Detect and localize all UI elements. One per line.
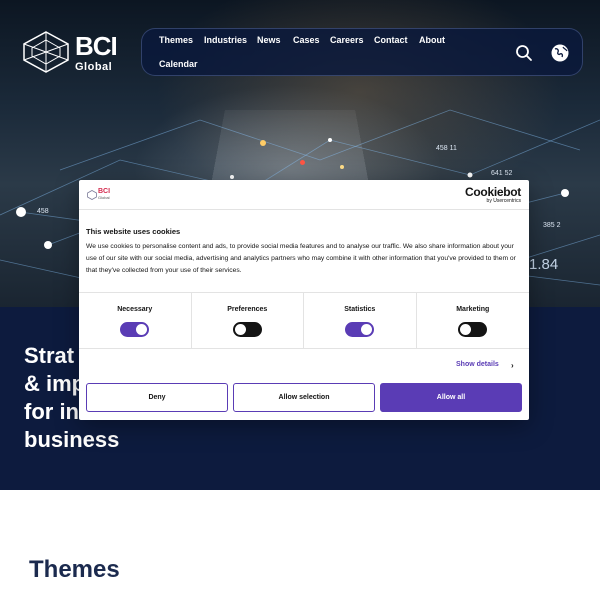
- show-details-label: Show details: [456, 361, 499, 368]
- toggle-label: Statistics: [344, 306, 376, 313]
- toggle-statistics: Statistics: [304, 293, 417, 349]
- search-icon[interactable]: [515, 44, 533, 62]
- logo-mark-icon: [23, 31, 69, 73]
- nav-item-about[interactable]: About: [419, 35, 445, 46]
- switch-knob: [361, 324, 372, 335]
- nav-item-careers[interactable]: Careers: [330, 35, 364, 46]
- necessary-switch[interactable]: [120, 322, 149, 337]
- deny-button[interactable]: Deny: [86, 383, 228, 412]
- allow-selection-button[interactable]: Allow selection: [233, 383, 375, 412]
- allow-all-button[interactable]: Allow all: [380, 383, 522, 412]
- nav-item-contact[interactable]: Contact: [374, 35, 408, 46]
- logo-wordmark: BCI Global: [75, 31, 118, 73]
- hero-light: [340, 165, 344, 169]
- mini-logo-subname: Global: [98, 195, 110, 200]
- logo-name: BCI: [75, 31, 118, 61]
- nav-item-themes[interactable]: Themes: [159, 35, 193, 46]
- hero-label: 1.84: [529, 256, 559, 273]
- toggle-necessary: Necessary: [79, 293, 192, 349]
- toggle-label: Necessary: [117, 306, 153, 313]
- hero-label: 458 11: [436, 145, 457, 152]
- switch-knob: [136, 324, 147, 335]
- hero-label: 385 2: [543, 222, 561, 229]
- logo-mark-icon: [87, 190, 97, 200]
- switch-knob: [234, 324, 246, 335]
- nav-item-news[interactable]: News: [257, 35, 281, 46]
- statistics-switch[interactable]: [345, 322, 374, 337]
- switch-knob: [459, 324, 471, 335]
- hero-label: 641 52: [491, 170, 513, 177]
- cookiebot-name: Cookiebot: [465, 185, 521, 199]
- cookiebot-logo[interactable]: Cookiebot by Usercentrics: [465, 186, 521, 204]
- hero-label: 458: [37, 208, 49, 215]
- toggle-preferences: Preferences: [192, 293, 304, 349]
- globe-icon[interactable]: [550, 43, 570, 63]
- cookie-dialog-header: BCI Global Cookiebot by Usercentrics: [79, 180, 529, 210]
- hero-light: [230, 175, 234, 179]
- hero-light: [300, 160, 305, 165]
- cookie-toggles: Necessary Preferences Statistics Marketi…: [79, 292, 529, 349]
- nav-item-cases[interactable]: Cases: [293, 35, 320, 46]
- hero-light: [260, 140, 266, 146]
- nav-item-industries[interactable]: Industries: [204, 35, 247, 46]
- toggle-label: Preferences: [227, 306, 268, 313]
- cookie-title: This website uses cookies: [86, 227, 181, 236]
- preferences-switch[interactable]: [232, 322, 262, 337]
- logo-subname: Global: [75, 61, 113, 73]
- themes-heading: Themes: [29, 556, 120, 583]
- show-details-link[interactable]: Show details ›: [456, 361, 514, 370]
- toggle-label: Marketing: [456, 306, 490, 313]
- bci-mini-logo: BCI Global: [87, 188, 113, 202]
- toggle-marketing: Marketing: [417, 293, 530, 349]
- bci-global-logo[interactable]: BCI Global: [23, 31, 123, 73]
- nav-item-calendar[interactable]: Calendar: [159, 59, 198, 70]
- cookie-consent-dialog: BCI Global Cookiebot by Usercentrics Thi…: [79, 180, 529, 420]
- main-navigation: Themes Industries News Cases Careers Con…: [141, 28, 583, 76]
- marketing-switch[interactable]: [457, 322, 487, 337]
- cookie-description: We use cookies to personalise content an…: [86, 243, 516, 274]
- chevron-right-icon: ›: [511, 361, 514, 370]
- mini-logo-name: BCI: [98, 188, 111, 195]
- headline-line: business: [24, 427, 120, 452]
